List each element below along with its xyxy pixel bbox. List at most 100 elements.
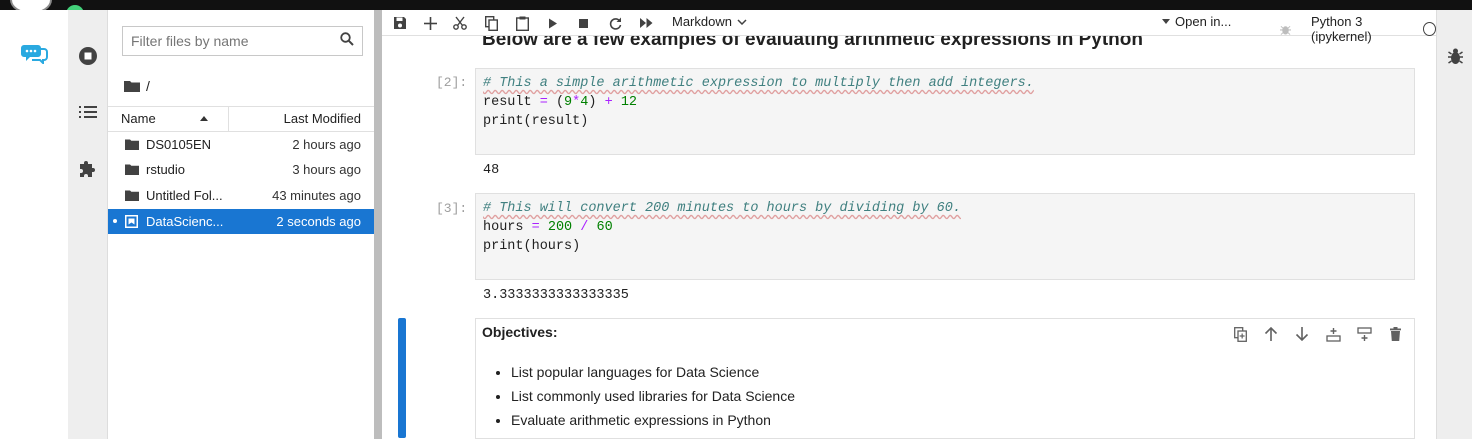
- folder-icon: [125, 164, 139, 175]
- cell-type-label: Markdown: [672, 14, 732, 29]
- code-line: result = (9*4) + 12: [483, 93, 1407, 112]
- file-modified: 43 minutes ago: [272, 188, 361, 203]
- breadcrumb[interactable]: /: [124, 78, 150, 94]
- move-down-icon[interactable]: [1293, 325, 1311, 343]
- debugger-icon: [1280, 25, 1291, 35]
- cell-prompt: [2]:: [436, 75, 468, 90]
- kernel-selector[interactable]: Python 3 (ipykernel): [1280, 14, 1436, 44]
- move-up-icon[interactable]: [1262, 325, 1280, 343]
- folder-icon: [125, 139, 139, 150]
- file-modified: 2 seconds ago: [276, 214, 361, 229]
- code-token: 9: [564, 95, 573, 110]
- cell-prompt: [3]:: [436, 201, 468, 216]
- notebook-icon: [125, 215, 138, 228]
- file-name: rstudio: [146, 162, 186, 177]
- chevron-down-icon: [737, 18, 747, 25]
- file-name: Untitled Fol...: [146, 188, 223, 203]
- code-token: 60: [596, 220, 613, 235]
- cell-toolbar: [1231, 325, 1404, 343]
- file-row-rstudio[interactable]: rstudio 3 hours ago: [108, 157, 374, 182]
- caret-down-icon: [1162, 19, 1170, 24]
- code-line: # This a simple arithmetic expression to…: [483, 74, 1407, 93]
- markdown-heading: Objectives:: [482, 324, 558, 340]
- cut-icon[interactable]: [452, 14, 468, 32]
- file-row-ds0105en[interactable]: DS0105EN 2 hours ago: [108, 132, 374, 157]
- notebook-panel: Below are a few examples of evaluating a…: [382, 10, 1436, 439]
- file-name: DS0105EN: [146, 137, 212, 152]
- panel-splitter[interactable]: [374, 10, 382, 439]
- right-sidebar: [1436, 10, 1472, 439]
- code-token: +: [604, 95, 613, 110]
- top-bar: [0, 0, 1472, 10]
- cell-output: 3.3333333333333335: [483, 288, 629, 303]
- insert-above-icon[interactable]: [1324, 325, 1342, 343]
- run-icon[interactable]: [546, 14, 560, 32]
- code-line: # This will convert 200 minutes to hours…: [483, 199, 1407, 218]
- code-cell[interactable]: # This will convert 200 minutes to hours…: [475, 193, 1415, 280]
- file-modified: 3 hours ago: [292, 162, 361, 177]
- code-comment: # This a simple arithmetic expression to…: [483, 76, 1034, 91]
- code-token: =: [539, 95, 548, 110]
- left-strip: [0, 10, 68, 439]
- search-icon[interactable]: [340, 31, 354, 51]
- duplicate-cell-icon[interactable]: [1231, 325, 1249, 343]
- column-name-header[interactable]: Name: [108, 107, 229, 131]
- list-item: List popular languages for Data Science: [511, 360, 795, 384]
- code-token: result: [483, 95, 532, 110]
- code-token: 200: [547, 220, 573, 235]
- folder-icon: [124, 81, 140, 92]
- objectives-list: List popular languages for Data Science …: [511, 360, 795, 432]
- code-token: 12: [620, 95, 638, 110]
- code-token: ): [588, 95, 597, 110]
- markdown-cell[interactable]: Objectives: List popular languages for D…: [475, 318, 1415, 439]
- copy-icon[interactable]: [483, 14, 499, 32]
- list-item: Evaluate arithmetic expressions in Pytho…: [511, 408, 795, 432]
- stop-icon[interactable]: [576, 14, 590, 32]
- kernel-name: Python 3 (ipykernel): [1311, 14, 1372, 44]
- code-comment: # This will convert 200 minutes to hours…: [483, 201, 961, 216]
- file-list-header: Name Last Modified: [108, 106, 374, 132]
- folder-icon: [125, 190, 139, 201]
- fast-forward-icon[interactable]: [638, 14, 654, 32]
- table-of-contents-icon[interactable]: [68, 98, 108, 126]
- notebook-toolbar: Markdown Open in... Python 3 (ipykernel): [382, 10, 1436, 44]
- cell-type-dropdown[interactable]: Markdown: [672, 14, 747, 29]
- insert-below-icon[interactable]: [1355, 325, 1373, 343]
- running-indicator-icon: [113, 219, 117, 223]
- paste-icon[interactable]: [514, 14, 530, 32]
- filter-box: [122, 26, 363, 56]
- list-item: List commonly used libraries for Data Sc…: [511, 384, 795, 408]
- sort-ascending-icon: [200, 116, 208, 121]
- save-icon[interactable]: [392, 14, 408, 32]
- column-modified-header[interactable]: Last Modified: [284, 107, 361, 131]
- breadcrumb-path: /: [146, 78, 150, 94]
- filter-input[interactable]: [131, 33, 340, 49]
- code-token: =: [531, 220, 540, 235]
- debugger-icon[interactable]: [1448, 48, 1463, 70]
- code-line: hours = 200 / 60: [483, 218, 1407, 237]
- code-token: (: [555, 95, 565, 110]
- code-token: /: [580, 220, 589, 235]
- activity-bar: [68, 10, 108, 439]
- chat-icon[interactable]: [20, 42, 48, 69]
- file-modified: 2 hours ago: [292, 137, 361, 152]
- column-name-label: Name: [121, 111, 156, 126]
- file-row-datascience-notebook[interactable]: DataScienc... 2 seconds ago: [108, 209, 374, 234]
- delete-cell-icon[interactable]: [1386, 325, 1404, 343]
- open-in-label: Open in...: [1175, 14, 1232, 29]
- file-browser: / Name Last Modified DS0105EN 2 hours ag…: [108, 10, 374, 439]
- open-in-dropdown[interactable]: Open in...: [1162, 14, 1231, 29]
- active-cell-indicator[interactable]: [398, 318, 406, 438]
- restart-icon[interactable]: [607, 14, 623, 32]
- file-row-untitled-folder[interactable]: Untitled Fol... 43 minutes ago: [108, 183, 374, 208]
- kernel-status-icon: [1423, 22, 1436, 36]
- code-line: print(hours): [483, 239, 581, 254]
- code-token: hours: [483, 220, 524, 235]
- extensions-icon[interactable]: [68, 156, 108, 184]
- file-name: DataScienc...: [146, 214, 224, 229]
- running-sessions-icon[interactable]: [68, 42, 108, 70]
- code-cell[interactable]: # This a simple arithmetic expression to…: [475, 68, 1415, 155]
- cell-output: 48: [483, 163, 500, 178]
- code-line: print(result): [483, 114, 589, 129]
- add-cell-icon[interactable]: [422, 14, 438, 32]
